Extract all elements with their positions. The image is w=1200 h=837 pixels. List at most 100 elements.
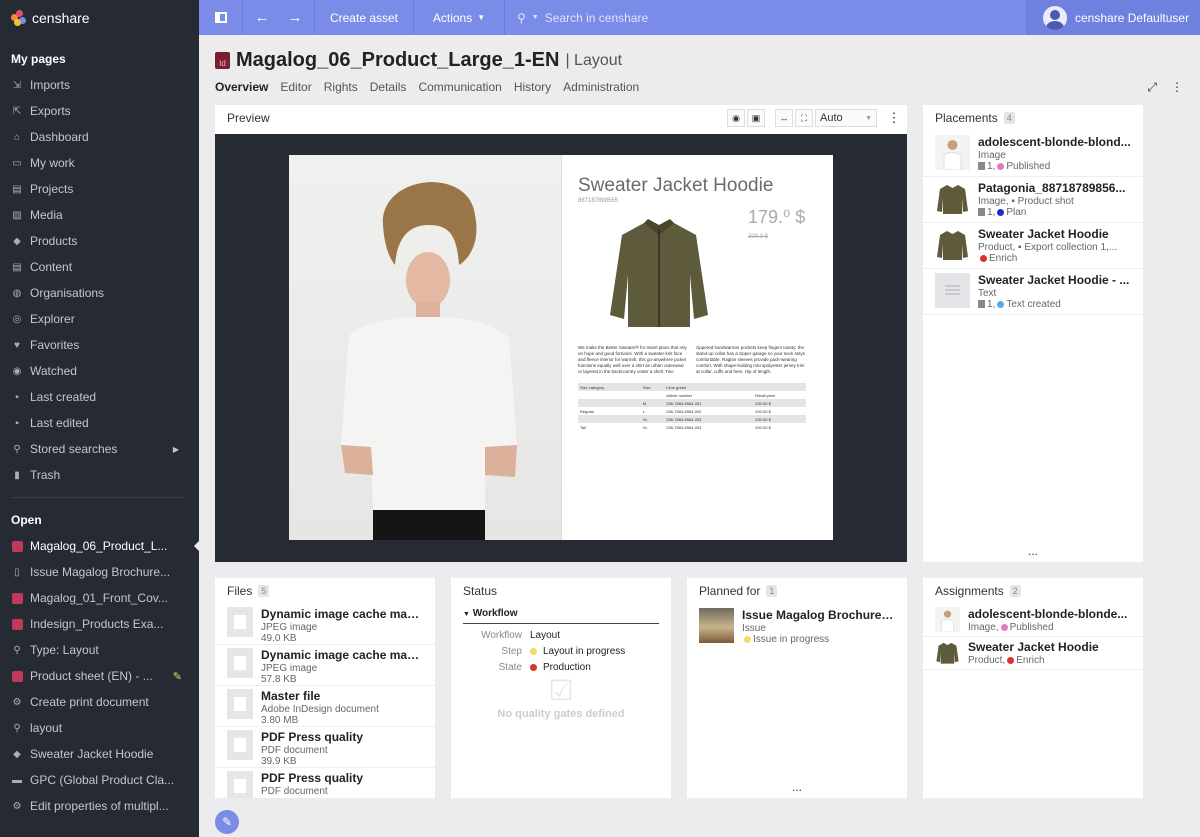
history-nav: ← → xyxy=(243,0,315,35)
list-item[interactable]: Patagonia_88718789856... Image, ▪ Product… xyxy=(923,177,1143,223)
sidebar-item[interactable]: Product sheet (EN) - ... ✎ xyxy=(0,663,199,689)
fit-width-icon[interactable]: ↔ xyxy=(775,109,793,127)
files-title: Files xyxy=(227,584,253,598)
search-input[interactable]: Search in censhare xyxy=(545,11,648,25)
caret-down-icon: ▼ xyxy=(463,611,470,618)
sidebar-item[interactable]: ⚲ layout xyxy=(0,715,199,741)
sidebar-item[interactable]: ♥ Favorites xyxy=(0,332,199,358)
list-item[interactable]: adolescent-blonde-blond... Image 1, Publish… xyxy=(923,131,1143,177)
expand-icon[interactable]: ⤢ xyxy=(1147,80,1157,95)
pin-icon[interactable]: ✎ xyxy=(215,810,239,834)
list-item[interactable]: Sweater Jacket Hoodie Product, ▪ Export c… xyxy=(923,223,1143,269)
import-icon: ⇲ xyxy=(12,79,22,91)
tab-history[interactable]: History xyxy=(514,80,551,94)
censhare-logo[interactable]: censhare xyxy=(0,0,199,35)
sidebar-item[interactable]: ◎ Explorer xyxy=(0,306,199,332)
more-vertical-icon[interactable]: ⋮ xyxy=(1171,80,1183,95)
file-row[interactable]: PDF Press quality PDF document 39.9 KB xyxy=(215,727,435,768)
sidebar-item[interactable]: ▯ Issue Magalog Brochure... xyxy=(0,559,199,585)
search-icon: ⚲ xyxy=(13,722,21,734)
fullscreen-icon[interactable]: ⛶ xyxy=(795,109,813,127)
sidebar-item-label: GPC (Global Product Cla... xyxy=(30,773,175,787)
sidebar-item[interactable]: ▭ My work xyxy=(0,150,199,176)
tab-details[interactable]: Details xyxy=(370,80,407,94)
more-ellipsis-icon[interactable]: ... xyxy=(687,781,907,793)
list-item-state-line: Image, Published xyxy=(968,622,1131,633)
forward-arrow-icon[interactable]: → xyxy=(288,9,303,26)
more-ellipsis-icon[interactable]: ... xyxy=(923,545,1143,557)
planned-item[interactable]: Issue Magalog Brochure-... Issue Issue i… xyxy=(687,604,907,649)
sidebar-item[interactable]: Magalog_06_Product_L... xyxy=(0,533,199,559)
sidebar-item[interactable]: ◍ Organisations xyxy=(0,280,199,306)
layout-table-cell: 200.00 $ xyxy=(755,408,771,414)
state-dot xyxy=(744,635,751,643)
sidebar-item[interactable]: ▪ Last edited xyxy=(0,410,199,436)
layout-table-row: M 256-7884-5564-001 200.00 $ xyxy=(578,399,806,407)
sidebar-item[interactable]: ⇱ Exports xyxy=(0,98,199,124)
file-row[interactable]: PDF Press quality PDF document xyxy=(215,768,435,798)
list-item-meta: 1, xyxy=(987,299,996,310)
tab-administration[interactable]: Administration xyxy=(563,80,639,94)
file-row[interactable]: Master file Adobe InDesign document 3.80 M… xyxy=(215,686,435,727)
tab-rights[interactable]: Rights xyxy=(324,80,358,94)
sidebar-item[interactable]: ▪ Last created xyxy=(0,384,199,410)
eye-icon[interactable]: ◉ xyxy=(727,109,745,127)
file-row[interactable]: Dynamic image cache mast... JPEG image 49.… xyxy=(215,604,435,645)
sidebar-item[interactable]: ▬ GPC (Global Product Cla... xyxy=(0,767,199,793)
actions-button[interactable]: Actions ▼ xyxy=(414,0,505,35)
sidebar-item[interactable]: ◆ Products xyxy=(0,228,199,254)
zoom-select[interactable]: Auto ▼ xyxy=(815,109,877,127)
sidebar-item[interactable]: ▨ Media xyxy=(0,202,199,228)
sidebar-item[interactable]: ▮ Trash xyxy=(0,462,199,488)
list-item-title: adolescent-blonde-blonde... xyxy=(968,607,1128,621)
tab-editor[interactable]: Editor xyxy=(280,80,311,94)
state-dot xyxy=(997,300,1005,308)
layout-sku: 887187898565 xyxy=(578,198,619,204)
sidebar-item[interactable]: Magalog_01_Front_Cov... xyxy=(0,585,199,611)
list-item-state-line: Enrich xyxy=(978,253,1131,264)
layout-table-cell xyxy=(578,399,641,407)
search-scope-chevron-icon[interactable]: ▼ xyxy=(532,14,539,21)
create-asset-button[interactable]: Create asset xyxy=(315,0,414,35)
user-menu[interactable]: censhare Defaultuser xyxy=(1026,0,1200,35)
more-vertical-icon[interactable]: ⋮ xyxy=(887,110,901,126)
caret-right-icon[interactable]: ▶ xyxy=(173,445,179,454)
pencil-icon[interactable]: ✎ xyxy=(173,670,182,683)
resize-icon[interactable]: ▣ xyxy=(747,109,765,127)
sidebar-item[interactable]: ▤ Content xyxy=(0,254,199,280)
status-header: Status xyxy=(451,578,671,604)
search-bar[interactable]: ⚲ ▼ Search in censhare xyxy=(505,0,1026,35)
file-icon xyxy=(227,689,253,719)
back-arrow-icon[interactable]: ← xyxy=(255,9,270,26)
placements-count: 4 xyxy=(1003,112,1015,124)
tab-overview[interactable]: Overview xyxy=(215,80,268,94)
list-item-state: Published xyxy=(1009,622,1054,633)
list-item-state-line: Product, Enrich xyxy=(968,655,1131,666)
sidebar-item[interactable]: ◉ Watched xyxy=(0,358,199,384)
indesign-icon-shape xyxy=(11,670,23,682)
sidebar-item[interactable]: ▤ Projects xyxy=(0,176,199,202)
sidebar-item[interactable]: ⌂ Dashboard xyxy=(0,124,199,150)
sidebar-item[interactable]: ⚲ Type: Layout xyxy=(0,637,199,663)
placements-title: Placements xyxy=(935,111,998,125)
workflow-section[interactable]: ▼ Workflow xyxy=(463,604,659,624)
sidebar-item[interactable]: Indesign_Products Exa... xyxy=(0,611,199,637)
sidebar-item[interactable]: ⇲ Imports xyxy=(0,72,199,98)
sidebar-item[interactable]: ⚙ Create print document xyxy=(0,689,199,715)
list-item[interactable]: Sweater Jacket Hoodie Product, Enrich xyxy=(923,637,1143,670)
toggle-sidebar-button[interactable] xyxy=(199,0,243,35)
status-value[interactable]: Layout xyxy=(530,630,560,641)
sidebar-item[interactable]: ⚲ Stored searches ▶ xyxy=(0,436,199,462)
sidebar-item[interactable]: ⚙ Edit properties of multipl... xyxy=(0,793,199,819)
sidebar-item[interactable]: ◆ Sweater Jacket Hoodie xyxy=(0,741,199,767)
tab-communication[interactable]: Communication xyxy=(418,80,501,94)
file-row[interactable]: Dynamic image cache mast... JPEG image 57.… xyxy=(215,645,435,686)
status-value[interactable]: Production xyxy=(543,662,591,673)
project-icon: ▤ xyxy=(12,183,22,195)
status-value[interactable]: Layout in progress xyxy=(543,646,625,657)
list-item[interactable]: Sweater Jacket Hoodie - ... Text 1, Text cr… xyxy=(923,269,1143,315)
list-item[interactable]: adolescent-blonde-blonde... Image, Publish… xyxy=(923,604,1143,637)
file-icon: ▪ xyxy=(15,391,19,403)
preview-stage[interactable]: Sweater Jacket Hoodie 887187898565 179.⁰… xyxy=(215,134,907,562)
sidebar-item-label: Last edited xyxy=(30,416,89,430)
